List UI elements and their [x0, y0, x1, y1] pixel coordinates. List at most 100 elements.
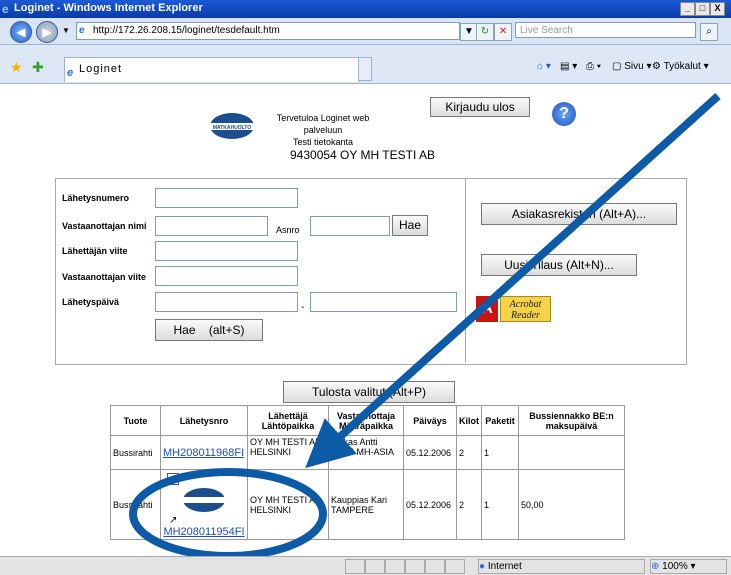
asiakasrekisteri-button[interactable]: Asiakasrekisteri (Alt+A)...	[481, 203, 677, 225]
shipment-link[interactable]: MH208011954FI	[163, 526, 244, 538]
company-name: 9430054 OY MH TESTI AB	[290, 148, 435, 162]
acrobat-text: Acrobat	[509, 299, 542, 310]
table-header-row: Tuote Lähetysnro Lähettäjä Lähtöpaikka V…	[110, 405, 625, 436]
table-row: Bussirahti ↗ MH208011954FI OY MH TESTI A…	[110, 469, 625, 540]
lahettajan-viite-input[interactable]	[155, 241, 298, 261]
maximize-button[interactable]: □	[695, 2, 710, 16]
asnro-input[interactable]	[310, 216, 390, 236]
tab-loginet[interactable]: e Loginet	[64, 57, 360, 82]
header-lahetysnro: Lähetysnro	[160, 405, 248, 436]
asnro-label: Asnro	[276, 225, 300, 235]
help-icon[interactable]: ?	[552, 102, 576, 126]
cell-lahetysnro: MH208011968FI	[160, 435, 248, 470]
uusi-tilaus-button[interactable]: Uusi Tilaus (Alt+N)...	[481, 254, 637, 276]
select-checkbox[interactable]	[167, 473, 179, 485]
cell-paketit: 1	[481, 469, 519, 540]
page-menu[interactable]: ▢ Sivu ▾	[612, 59, 652, 75]
window-title: Loginet - Windows Internet Explorer	[14, 2, 203, 14]
cell-kilot: 2	[456, 435, 482, 470]
cell-vastaanottaja: Kauppias Kari TAMPERE	[328, 469, 404, 540]
page-icon: e	[79, 25, 90, 36]
lahetyspaiva-end-input[interactable]	[310, 292, 457, 312]
sender-name: OY MH TESTI AB	[250, 494, 322, 505]
status-cell	[365, 559, 385, 574]
tools-menu-label: Työkalut	[663, 61, 701, 72]
status-cell	[405, 559, 425, 574]
ie-icon: e	[2, 2, 9, 16]
recipient-name: Asikas Antti	[331, 437, 378, 447]
feeds-icon[interactable]: ▤ ▾	[560, 59, 577, 75]
header-bussiennakko: Bussiennakko BE:n maksupäivä	[518, 405, 625, 436]
logout-button[interactable]: Kirjaudu ulos	[430, 97, 530, 117]
welcome-text: Tervetuloa Loginet web palveluun Testi t…	[258, 112, 388, 148]
refresh-icon[interactable]: ↻	[476, 23, 494, 41]
header-paivays: Päiväys	[403, 405, 457, 436]
cell-paivays: 05.12.2006	[403, 469, 457, 540]
zone-label: Internet	[487, 561, 522, 572]
tab-row: ★ ✚ e Loginet ⌂ ▾ ▤ ▾ ⎙ ▾ ▢ Sivu ▾ ⚙ Työ…	[0, 45, 731, 84]
back-icon[interactable]: ◀	[10, 21, 32, 43]
vastaanottajan-viite-label: Vastaanottajan viite	[62, 272, 147, 282]
sender-city: HELSINKI	[250, 447, 292, 457]
cell-paketit: 1	[481, 435, 519, 470]
favorites-star-icon[interactable]: ★	[10, 59, 23, 76]
search-input[interactable]: Live Search	[515, 22, 696, 38]
page-menu-label: Sivu	[624, 61, 644, 72]
cell-tuote: Bussirahti	[110, 435, 161, 470]
status-bar: ● Internet ⊕ 100% ▾	[0, 556, 731, 575]
cell-bussiennakko	[518, 435, 625, 470]
hae-button[interactable]: Hae (alt+S)	[155, 319, 263, 341]
hae-small-button[interactable]: Hae	[392, 215, 428, 236]
shipment-link[interactable]: MH208011968FI	[163, 447, 244, 459]
address-row: ◀ ▶ ▼ e http://172.26.208.15/loginet/tes…	[0, 18, 731, 45]
stop-icon[interactable]: ✕	[494, 23, 512, 41]
status-cell	[445, 559, 465, 574]
header-tuote: Tuote	[110, 405, 161, 436]
results-table: Tuote Lähetysnro Lähettäjä Lähtöpaikka V…	[110, 405, 625, 540]
cell-lahetysnro: ↗ MH208011954FI	[160, 469, 248, 540]
print-selected-button[interactable]: Tulosta valitut (Alt+P)	[283, 381, 455, 403]
vastaanottajan-nimi-input[interactable]	[155, 216, 268, 236]
sender-city: HELSINKI	[250, 504, 292, 515]
history-dropdown-icon[interactable]: ▼	[62, 26, 70, 35]
vastaanottajan-nimi-label: Vastaanottajan nimi	[62, 221, 147, 231]
status-cell	[425, 559, 445, 574]
add-favorite-icon[interactable]: ✚	[32, 59, 44, 76]
zone-indicator: ● Internet	[478, 559, 645, 574]
zoom-level: 100%	[662, 561, 688, 572]
acrobat-reader-logo[interactable]: A Acrobat Reader	[476, 296, 552, 324]
recipient-city: TAMPERE	[331, 504, 374, 515]
lahetysnumero-input[interactable]	[155, 188, 298, 208]
status-cell	[345, 559, 365, 574]
cell-lahettaja: OY MH TESTI AB HELSINKI	[247, 469, 329, 540]
vastaanottajan-viite-input[interactable]	[155, 266, 298, 286]
cell-bussiennakko: 50,00	[518, 469, 625, 540]
zoom-icon: ⊕	[651, 561, 660, 572]
new-tab[interactable]	[358, 57, 372, 81]
window-title-bar: e Loginet - Windows Internet Explorer _ …	[0, 0, 731, 18]
matkahuolto-logo-small	[183, 488, 225, 512]
address-bar[interactable]: e http://172.26.208.15/loginet/tesdefaul…	[76, 22, 460, 40]
zoom-control[interactable]: ⊕ 100% ▾	[650, 559, 727, 574]
print-icon[interactable]: ⎙ ▾	[586, 59, 601, 75]
close-button[interactable]: X	[710, 2, 725, 16]
home-icon[interactable]: ⌂ ▾	[537, 59, 551, 75]
cell-tuote: Bussirahti	[110, 469, 161, 540]
search-icon[interactable]: ⌕	[700, 23, 718, 41]
lahetyspaiva-start-input[interactable]	[155, 292, 298, 312]
lahetysnumero-label: Lähetysnumero	[62, 193, 130, 203]
header-vastaanottaja: Vastaanottaja Määräpaikka	[328, 405, 404, 436]
tools-menu[interactable]: ⚙ Työkalut ▾	[652, 59, 709, 75]
lahettajan-viite-label: Lähettäjän viite	[62, 246, 128, 256]
forward-icon[interactable]: ▶	[36, 21, 58, 43]
header-lahettaja: Lähettäjä Lähtöpaikka	[247, 405, 329, 436]
welcome-line1: Tervetuloa Loginet web palveluun	[276, 113, 370, 135]
address-url: http://172.26.208.15/loginet/tesdefault.…	[93, 25, 280, 36]
welcome-line2: Testi tietokanta	[292, 137, 354, 147]
minimize-button[interactable]: _	[680, 2, 695, 16]
cell-kilot: 2	[456, 469, 482, 540]
header-kilot: Kilot	[456, 405, 482, 436]
globe-icon: ●	[479, 561, 486, 572]
matkahuolto-logo: MATKAHUOLTO	[210, 113, 254, 139]
reader-text: Reader	[511, 310, 540, 321]
